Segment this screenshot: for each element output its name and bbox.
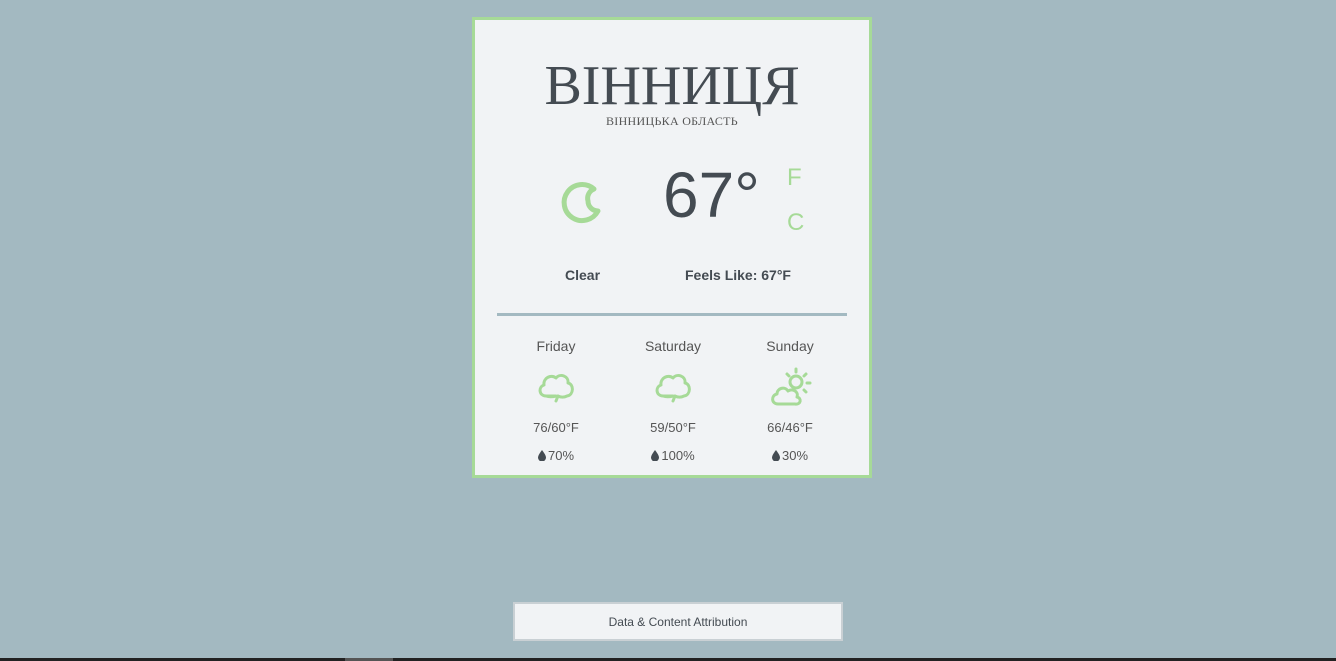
forecast-temp-range: 66/46°F (767, 420, 813, 435)
forecast-temp-range: 59/50°F (650, 420, 696, 435)
forecast-precip-value: 30% (781, 448, 809, 463)
forecast-precip: 30% (731, 448, 849, 463)
forecast-day-name: Sunday (766, 338, 814, 354)
forecast-precip: 70% (497, 448, 615, 463)
forecast-temp-range: 76/60°F (533, 420, 579, 435)
moon-clear-icon (561, 182, 601, 223)
city-name: ВІННИЦЯ (544, 55, 800, 117)
region-name: ВІННИЦЬКА ОБЛАСТЬ (605, 114, 738, 128)
weather-card: ВІННИЦЯ ВІННИЦЬКА ОБЛАСТЬ 67° F C Clear … (472, 17, 872, 478)
forecast-day: Sunday 66/46°F 30% (731, 338, 849, 463)
forecast-day-name: Friday (536, 338, 576, 354)
forecast-day-name: Saturday (644, 338, 702, 354)
forecast-precip-value: 100% (661, 448, 695, 463)
divider (497, 313, 847, 316)
current-temperature: 67° (663, 159, 760, 231)
unit-fahrenheit-toggle[interactable]: F (787, 164, 802, 192)
forecast-day: Friday 76/60°F 70% (497, 338, 615, 463)
cloud-icon (655, 374, 691, 403)
attribution-button[interactable]: Data & Content Attribution (513, 602, 843, 641)
feels-like: Feels Like: 67°F (685, 267, 791, 283)
cloud-icon (538, 374, 574, 403)
current-condition: Clear (565, 267, 601, 283)
forecast-precip-value: 70% (547, 448, 575, 463)
forecast-precip: 100% (614, 448, 732, 463)
raindrop-icon (771, 450, 780, 461)
forecast-day: Saturday 59/50°F 100% (614, 338, 732, 463)
raindrop-icon (537, 450, 546, 461)
partly-sunny-icon (771, 367, 812, 406)
unit-celsius-toggle[interactable]: C (787, 209, 804, 237)
raindrop-icon (651, 450, 660, 461)
